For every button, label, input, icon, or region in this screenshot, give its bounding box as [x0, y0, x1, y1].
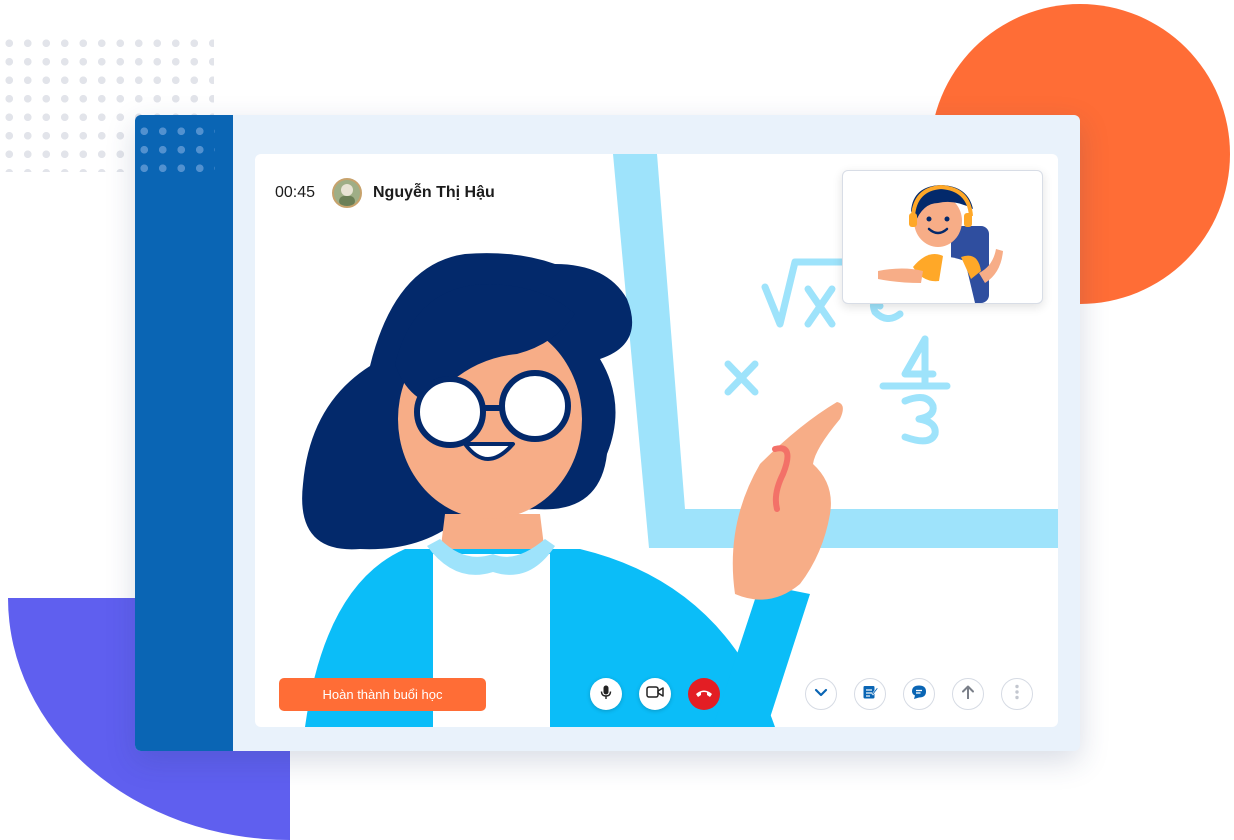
call-timer: 00:45	[275, 184, 316, 201]
chevron-down-icon	[814, 685, 828, 703]
chat-icon	[911, 684, 927, 705]
microphone-button[interactable]	[590, 678, 622, 710]
teacher-avatar	[332, 178, 362, 208]
camera-icon	[646, 685, 664, 704]
sidebar	[135, 115, 233, 751]
notes-button[interactable]	[854, 678, 886, 710]
more-vertical-icon	[1014, 684, 1020, 705]
student-video-pip[interactable]	[842, 170, 1043, 304]
decorative-dot-grid-overlay	[135, 122, 215, 178]
finish-lesson-button[interactable]: Hoàn thành buổi học	[279, 678, 486, 711]
end-call-button[interactable]	[688, 678, 720, 710]
end-call-icon	[695, 685, 713, 703]
collapse-button[interactable]	[805, 678, 837, 710]
upload-arrow-icon	[961, 684, 975, 705]
more-options-button[interactable]	[1001, 678, 1033, 710]
microphone-icon	[598, 684, 614, 705]
notes-icon	[862, 684, 879, 705]
chat-button[interactable]	[903, 678, 935, 710]
upload-button[interactable]	[952, 678, 984, 710]
camera-button[interactable]	[639, 678, 671, 710]
teacher-name: Nguyễn Thị Hậu	[373, 184, 495, 201]
